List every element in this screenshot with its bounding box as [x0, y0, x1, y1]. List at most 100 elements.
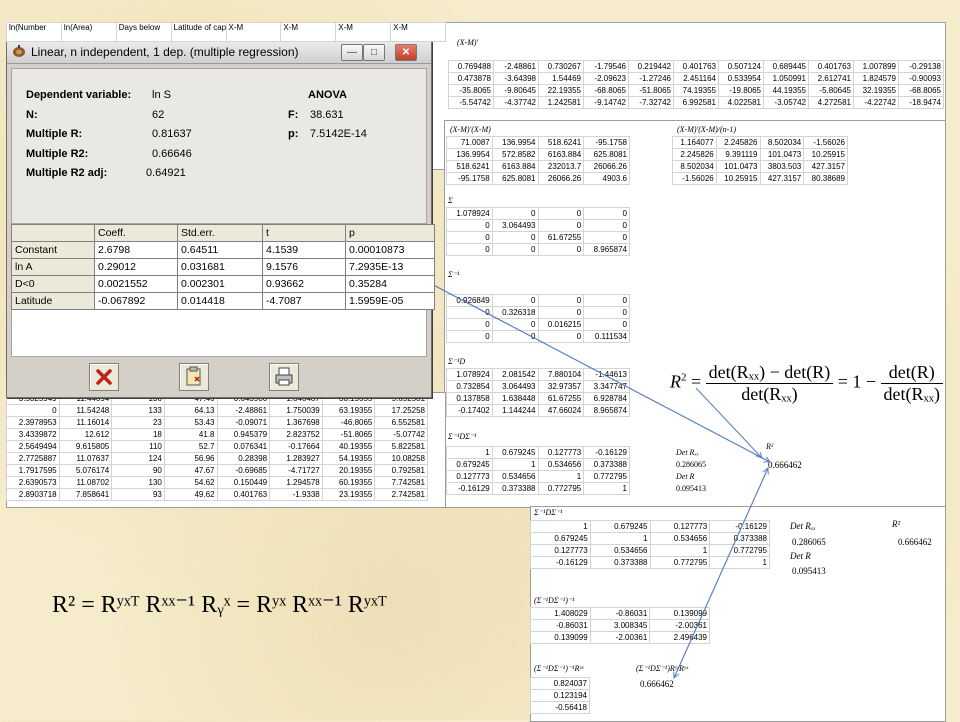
- cell[interactable]: 2.081542: [491, 368, 539, 381]
- cell[interactable]: 0.219442: [628, 60, 674, 73]
- cell[interactable]: 26066.26: [583, 160, 630, 173]
- cell[interactable]: 0.401763: [216, 488, 271, 501]
- cell[interactable]: 6.992581: [673, 96, 719, 109]
- cell[interactable]: 44.19355: [763, 84, 809, 97]
- cell[interactable]: 518.6241: [537, 136, 585, 149]
- coef-cell[interactable]: 4.1539: [262, 241, 346, 259]
- cell[interactable]: 61.67255: [537, 231, 585, 244]
- cell[interactable]: 3.064493: [491, 219, 539, 232]
- cell[interactable]: 0.533954: [718, 72, 764, 85]
- cell[interactable]: 1: [446, 446, 493, 459]
- cell[interactable]: 518.6241: [446, 160, 493, 173]
- cell[interactable]: 0.772795: [709, 544, 770, 557]
- cell[interactable]: 2.5649494: [6, 440, 60, 453]
- cell[interactable]: 9.615805: [58, 440, 113, 453]
- cell[interactable]: -0.16129: [583, 446, 630, 459]
- cell[interactable]: 61.67255: [537, 392, 585, 405]
- cell[interactable]: 0.127773: [537, 446, 585, 459]
- cell[interactable]: -7.32742: [628, 96, 674, 109]
- cell[interactable]: 8.502034: [759, 136, 805, 149]
- cell[interactable]: -0.09071: [216, 416, 271, 429]
- cell[interactable]: 0.373388: [589, 556, 651, 569]
- cell[interactable]: 625.8081: [583, 148, 630, 161]
- cell[interactable]: 0.127773: [649, 520, 711, 533]
- cell[interactable]: 427.3157: [759, 172, 805, 185]
- close-button[interactable]: ✕: [395, 44, 417, 61]
- cell[interactable]: 74.19355: [673, 84, 719, 97]
- column-header[interactable]: X-M: [225, 22, 282, 42]
- coef-column-header[interactable]: Coeff.: [94, 224, 178, 242]
- cell[interactable]: 0.534656: [589, 544, 651, 557]
- column-header[interactable]: ln(Number: [6, 22, 62, 42]
- cell[interactable]: 0.137858: [446, 392, 493, 405]
- cell[interactable]: 0: [537, 306, 585, 319]
- cell[interactable]: 6.928784: [583, 392, 630, 405]
- cell[interactable]: 0.679245: [589, 520, 651, 533]
- cell[interactable]: 0.792581: [374, 464, 428, 477]
- cell[interactable]: 54.19355: [321, 452, 376, 465]
- cell[interactable]: 1: [583, 482, 630, 495]
- cell[interactable]: 0.373388: [583, 458, 630, 471]
- cell[interactable]: 0: [583, 219, 630, 232]
- cell[interactable]: 0: [491, 294, 539, 307]
- cell[interactable]: 136.9954: [491, 136, 539, 149]
- cell[interactable]: 3803.503: [759, 160, 805, 173]
- cell[interactable]: 0.373388: [491, 482, 539, 495]
- coef-cell[interactable]: -4.7087: [262, 292, 346, 310]
- cell[interactable]: 93: [111, 488, 165, 501]
- cell[interactable]: 0.127773: [446, 470, 493, 483]
- cell[interactable]: 10.25915: [803, 148, 848, 161]
- cell[interactable]: 0.679245: [530, 532, 591, 545]
- cell[interactable]: 0: [491, 231, 539, 244]
- cell[interactable]: -95.1758: [583, 136, 630, 149]
- coef-cell[interactable]: 0.64511: [177, 241, 263, 259]
- cell[interactable]: 3.4339872: [6, 428, 60, 441]
- cell[interactable]: 0.945379: [216, 428, 271, 441]
- cell[interactable]: -2.48861: [493, 60, 539, 73]
- cell[interactable]: 9.391119: [715, 148, 761, 161]
- cell[interactable]: 0.534656: [491, 470, 539, 483]
- cell[interactable]: 11.54248: [58, 404, 113, 417]
- cell[interactable]: 47.67: [163, 464, 218, 477]
- coef-cell[interactable]: 0.002301: [177, 275, 263, 293]
- cell[interactable]: 3.347747: [583, 380, 630, 393]
- cell[interactable]: -18.9474: [898, 96, 944, 109]
- cell[interactable]: 1.367698: [269, 416, 323, 429]
- cell[interactable]: 64.13: [163, 404, 218, 417]
- coef-row-label[interactable]: Latitude: [11, 292, 95, 310]
- cell[interactable]: 1: [530, 520, 591, 533]
- cell[interactable]: 23.19355: [321, 488, 376, 501]
- cell[interactable]: -0.17664: [269, 440, 323, 453]
- maximize-button[interactable]: □: [363, 44, 385, 61]
- cell[interactable]: 2.823752: [269, 428, 323, 441]
- cell[interactable]: 32.97357: [537, 380, 585, 393]
- cell[interactable]: 1: [649, 544, 711, 557]
- cell[interactable]: 0: [491, 207, 539, 220]
- cell[interactable]: 0: [446, 306, 493, 319]
- cell[interactable]: 0.326318: [491, 306, 539, 319]
- cell[interactable]: 3.008345: [589, 619, 651, 632]
- coef-cell[interactable]: 0.93662: [262, 275, 346, 293]
- cell[interactable]: 40.19355: [321, 440, 376, 453]
- cell[interactable]: 4.272581: [808, 96, 854, 109]
- cell[interactable]: 2.3978953: [6, 416, 60, 429]
- cell[interactable]: 60.19355: [321, 476, 376, 489]
- cell[interactable]: 41.8: [163, 428, 218, 441]
- cell[interactable]: 0: [583, 231, 630, 244]
- cell[interactable]: 0: [491, 243, 539, 256]
- cell[interactable]: 49.62: [163, 488, 218, 501]
- cell[interactable]: 52.7: [163, 440, 218, 453]
- cell[interactable]: 0: [446, 330, 493, 343]
- cell[interactable]: 0.473878: [448, 72, 494, 85]
- cell[interactable]: 625.8081: [491, 172, 539, 185]
- column-header[interactable]: X-M: [390, 22, 446, 42]
- cell[interactable]: -2.48861: [216, 404, 271, 417]
- coef-cell[interactable]: 2.6798: [94, 241, 178, 259]
- cell[interactable]: 1.050991: [763, 72, 809, 85]
- cell[interactable]: 136.9954: [446, 148, 493, 161]
- cell[interactable]: 12.612: [58, 428, 113, 441]
- cell[interactable]: 0: [583, 318, 630, 331]
- cell[interactable]: 0.28398: [216, 452, 271, 465]
- cell[interactable]: 130: [111, 476, 165, 489]
- cell[interactable]: -9.80645: [493, 84, 539, 97]
